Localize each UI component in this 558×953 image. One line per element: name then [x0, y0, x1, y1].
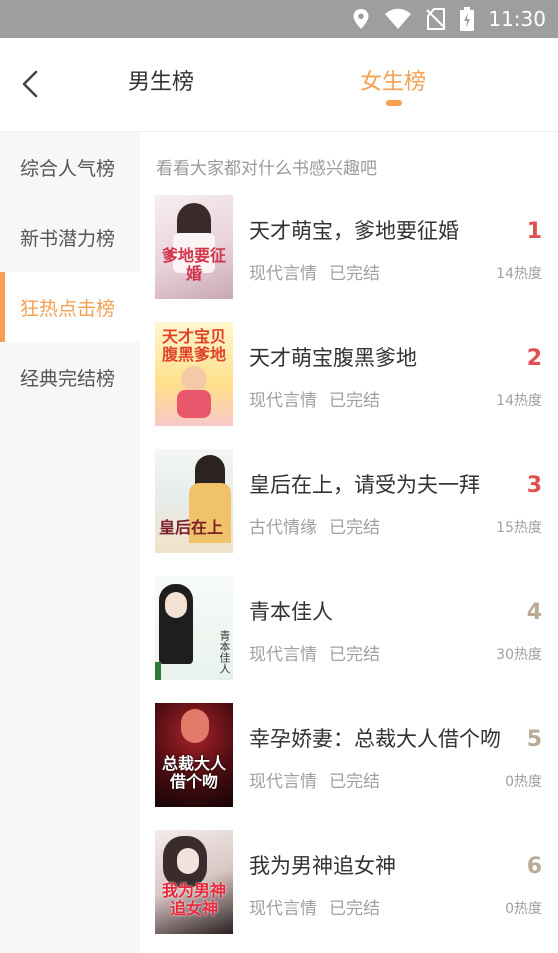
sidebar-item-label: 狂热点击榜	[20, 297, 116, 320]
book-status: 已完结	[329, 391, 380, 411]
book-title: 天才萌宝，爹地要征婚	[249, 219, 459, 243]
heat-count: 0热度	[505, 774, 542, 790]
book-item[interactable]: 皇后在上 皇后在上，请受为夫一拜 古代情缘 已完结 3 15热度	[140, 449, 558, 576]
book-item[interactable]: 天才宝贝腹黑爹地 天才萌宝腹黑爹地 现代言情 已完结 2 14热度	[140, 322, 558, 449]
no-sim-icon	[426, 8, 447, 30]
rank-number: 6	[526, 854, 542, 879]
chevron-left-icon[interactable]	[16, 66, 46, 102]
sidebar-item-classic-completed[interactable]: 经典完结榜	[0, 342, 140, 412]
book-status: 已完结	[329, 899, 380, 919]
book-meta: 现代言情 已完结	[249, 386, 380, 411]
book-cover[interactable]: 总裁大人借个吻	[155, 703, 233, 807]
book-status: 已完结	[329, 645, 380, 665]
tab-active-indicator	[386, 100, 402, 106]
book-title: 天才萌宝腹黑爹地	[249, 346, 417, 370]
book-cover[interactable]: 爹地要征婚	[155, 195, 233, 299]
cover-title: 天才宝贝腹黑爹地	[161, 327, 226, 364]
rank-number: 5	[526, 727, 542, 752]
cover-title: 我为男神追女神	[161, 881, 226, 918]
ranking-sidebar: 综合人气榜 新书潜力榜 狂热点击榜 经典完结榜	[0, 132, 140, 953]
book-meta: 现代言情 已完结	[249, 894, 380, 919]
book-title: 皇后在上，请受为夫一拜	[249, 473, 480, 497]
status-time: 11:30	[488, 7, 546, 31]
sidebar-active-bar	[0, 272, 5, 342]
book-genre: 现代言情	[249, 899, 317, 919]
book-title: 幸孕娇妻：总裁大人借个吻	[249, 727, 501, 751]
book-item[interactable]: 我为男神追女神 我为男神追女神 现代言情 已完结 6 0热度	[140, 830, 558, 953]
book-meta: 现代言情 已完结	[249, 259, 380, 284]
sidebar-item-hot-clicks[interactable]: 狂热点击榜	[0, 272, 140, 342]
book-status: 已完结	[329, 264, 380, 284]
cover-title: 爹地要征婚	[161, 246, 226, 283]
battery-icon	[460, 7, 475, 31]
heat-count: 30热度	[496, 647, 542, 663]
book-title: 青本佳人	[249, 600, 333, 624]
tab-male-ranking[interactable]: 男生榜	[128, 64, 194, 96]
cover-title: 青本佳人	[218, 630, 231, 674]
tab-female-ranking[interactable]: 女生榜	[360, 64, 426, 96]
book-genre: 现代言情	[249, 391, 317, 411]
book-genre: 现代言情	[249, 772, 317, 792]
list-subtitle: 看看大家都对什么书感兴趣吧	[156, 159, 377, 179]
sidebar-item-label: 新书潜力榜	[20, 227, 116, 250]
book-status: 已完结	[329, 772, 380, 792]
rank-number: 4	[526, 600, 542, 625]
book-genre: 现代言情	[249, 645, 317, 665]
book-item[interactable]: 总裁大人借个吻 幸孕娇妻：总裁大人借个吻 现代言情 已完结 5 0热度	[140, 703, 558, 830]
book-genre: 现代言情	[249, 264, 317, 284]
status-icons: 11:30	[352, 0, 546, 38]
book-cover[interactable]: 青本佳人	[155, 576, 233, 680]
status-bar: 11:30	[0, 0, 558, 38]
sidebar-item-new-potential[interactable]: 新书潜力榜	[0, 202, 140, 272]
heat-count: 14热度	[496, 266, 542, 282]
cover-title: 皇后在上	[159, 518, 224, 537]
header: 男生榜 女生榜	[0, 38, 558, 132]
book-meta: 现代言情 已完结	[249, 640, 380, 665]
rank-number: 2	[526, 346, 542, 371]
book-meta: 现代言情 已完结	[249, 767, 380, 792]
book-item[interactable]: 青本佳人 青本佳人 现代言情 已完结 4 30热度	[140, 576, 558, 703]
book-cover[interactable]: 天才宝贝腹黑爹地	[155, 322, 233, 426]
sidebar-item-label: 经典完结榜	[20, 367, 116, 390]
wifi-icon	[385, 8, 412, 29]
book-cover[interactable]: 我为男神追女神	[155, 830, 233, 934]
sidebar-item-label: 综合人气榜	[20, 157, 116, 180]
heat-count: 0热度	[505, 901, 542, 917]
book-list-panel: 看看大家都对什么书感兴趣吧 爹地要征婚 天才萌宝，爹地要征婚 现代言情 已完结 1…	[140, 132, 558, 953]
book-status: 已完结	[329, 518, 380, 538]
rank-number: 3	[526, 473, 542, 498]
heat-count: 14热度	[496, 393, 542, 409]
cover-title: 总裁大人借个吻	[161, 754, 226, 791]
location-icon	[353, 9, 369, 29]
heat-count: 15热度	[496, 520, 542, 536]
book-item[interactable]: 爹地要征婚 天才萌宝，爹地要征婚 现代言情 已完结 1 14热度	[140, 195, 558, 322]
rank-number: 1	[526, 219, 542, 244]
book-meta: 古代情缘 已完结	[249, 513, 380, 538]
sidebar-item-popularity[interactable]: 综合人气榜	[0, 132, 140, 202]
book-cover[interactable]: 皇后在上	[155, 449, 233, 553]
book-genre: 古代情缘	[249, 518, 317, 538]
book-title: 我为男神追女神	[249, 854, 396, 878]
